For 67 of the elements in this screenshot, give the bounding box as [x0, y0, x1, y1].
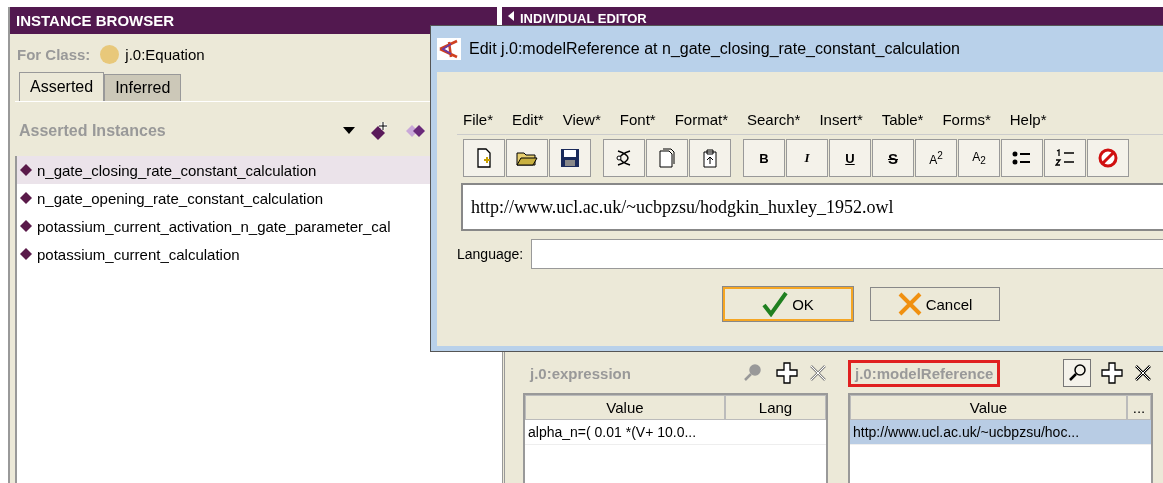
- cancel-button[interactable]: Cancel: [870, 287, 1000, 321]
- panel-title: INDIVIDUAL EDITOR: [520, 11, 647, 26]
- bullet-list-icon: [1012, 150, 1032, 166]
- diamond-icon: [19, 191, 33, 205]
- numbered-list-icon: [1055, 149, 1075, 167]
- format-button[interactable]: I: [786, 139, 828, 177]
- toolbar-button[interactable]: [463, 139, 505, 177]
- property-name: j.0:modelReference: [848, 359, 1001, 387]
- add-icon[interactable]: [1101, 362, 1123, 384]
- search-icon: [1067, 363, 1087, 383]
- menu-item[interactable]: Table*: [881, 111, 924, 128]
- column-header[interactable]: Value: [525, 395, 725, 420]
- toolbar-button[interactable]: [549, 139, 591, 177]
- menu-item[interactable]: View*: [562, 111, 601, 128]
- property-name: j.0:expression: [528, 363, 632, 384]
- folder-icon: [516, 149, 538, 167]
- duplicate-instance-icon[interactable]: [405, 123, 427, 139]
- new-document-icon: [475, 148, 493, 168]
- menu-item[interactable]: Edit*: [512, 111, 544, 128]
- panel-title: INSTANCE BROWSER: [16, 12, 175, 29]
- dropdown-caret-icon[interactable]: [343, 127, 355, 135]
- clipboard-icon: [701, 148, 719, 168]
- toolbar-button[interactable]: [1001, 139, 1043, 177]
- check-icon: [762, 291, 789, 317]
- class-name: j.0:Equation: [125, 45, 205, 63]
- class-icon: [100, 44, 120, 64]
- list-title: Asserted Instances: [19, 122, 166, 140]
- menu-item[interactable]: File*: [463, 111, 493, 128]
- menu-item[interactable]: Search*: [747, 111, 801, 128]
- tab[interactable]: Asserted: [19, 72, 105, 101]
- cross-icon: [897, 292, 922, 316]
- toolbar-button[interactable]: [506, 139, 548, 177]
- copy-icon: [658, 148, 676, 168]
- format-button[interactable]: A$^{2}$: [915, 139, 957, 177]
- column-header[interactable]: Lang: [725, 395, 826, 420]
- menu-item[interactable]: Insert*: [819, 111, 863, 128]
- delete-icon[interactable]: [1133, 363, 1153, 383]
- menu-item[interactable]: Font*: [619, 111, 656, 128]
- format-button[interactable]: B: [743, 139, 785, 177]
- menu-item[interactable]: Forms*: [942, 111, 991, 128]
- dialog-title: Edit j.0:modelReference at n_gate_closing_rate_constant_calculation: [469, 40, 960, 58]
- prohibited-icon: [1098, 148, 1118, 168]
- format-button[interactable]: U: [829, 139, 871, 177]
- table-cell-text: http://www.ucl.ac.uk/~ucbpzsu/hoc...: [852, 424, 1081, 440]
- search-icon: [742, 363, 762, 383]
- search-button[interactable]: [1063, 359, 1091, 387]
- menu-item[interactable]: Format*: [674, 111, 728, 128]
- diamond-icon: [19, 219, 33, 233]
- language-label: Language:: [457, 246, 524, 262]
- for-class-label: For Class:: [17, 45, 91, 63]
- add-icon[interactable]: [776, 362, 798, 384]
- format-button[interactable]: S: [872, 139, 914, 177]
- tab[interactable]: Inferred: [104, 74, 182, 101]
- menu-item[interactable]: Help*: [1009, 111, 1047, 128]
- collapse-arrow-icon[interactable]: [508, 11, 514, 21]
- table-cell-text: alpha_n=( 0.01 *(V+ 10.0...: [527, 424, 698, 440]
- diamond-icon: [19, 163, 33, 177]
- format-button[interactable]: A$_{2}$: [958, 139, 1000, 177]
- ok-button[interactable]: OK: [723, 287, 853, 321]
- column-header[interactable]: ...: [1127, 395, 1151, 420]
- language-field[interactable]: [531, 239, 1163, 269]
- column-header[interactable]: Value: [850, 395, 1127, 420]
- value-field[interactable]: http://www.ucl.ac.uk/~ucbpzsu/hodgkin_huxley_1952.owl: [461, 183, 1163, 231]
- toolbar-button[interactable]: [603, 139, 645, 177]
- diamond-icon: [19, 247, 33, 261]
- toolbar-button[interactable]: [1044, 139, 1086, 177]
- app-logo-icon: [437, 38, 461, 60]
